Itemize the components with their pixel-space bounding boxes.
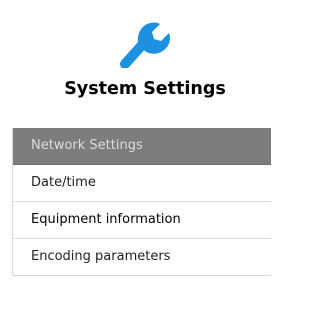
wrench-icon: [119, 20, 171, 68]
menu-item-network-settings[interactable]: Network Settings: [13, 128, 271, 165]
page-title: System Settings: [64, 79, 226, 99]
menu-item-equipment-information[interactable]: Equipment information: [13, 202, 271, 239]
menu-item-label: Encoding parameters: [31, 249, 171, 264]
system-settings-panel: System Settings Network Settings Date/ti…: [0, 0, 271, 329]
menu-item-label: Network Settings: [31, 138, 143, 153]
menu-item-encoding-parameters[interactable]: Encoding parameters: [13, 239, 271, 276]
menu-item-label: Equipment information: [31, 212, 181, 227]
menu-item-date-time[interactable]: Date/time: [13, 165, 271, 202]
menu-item-label: Date/time: [31, 175, 96, 190]
panel-header: System Settings: [0, 0, 270, 120]
settings-menu: Network Settings Date/time Equipment inf…: [12, 128, 271, 276]
